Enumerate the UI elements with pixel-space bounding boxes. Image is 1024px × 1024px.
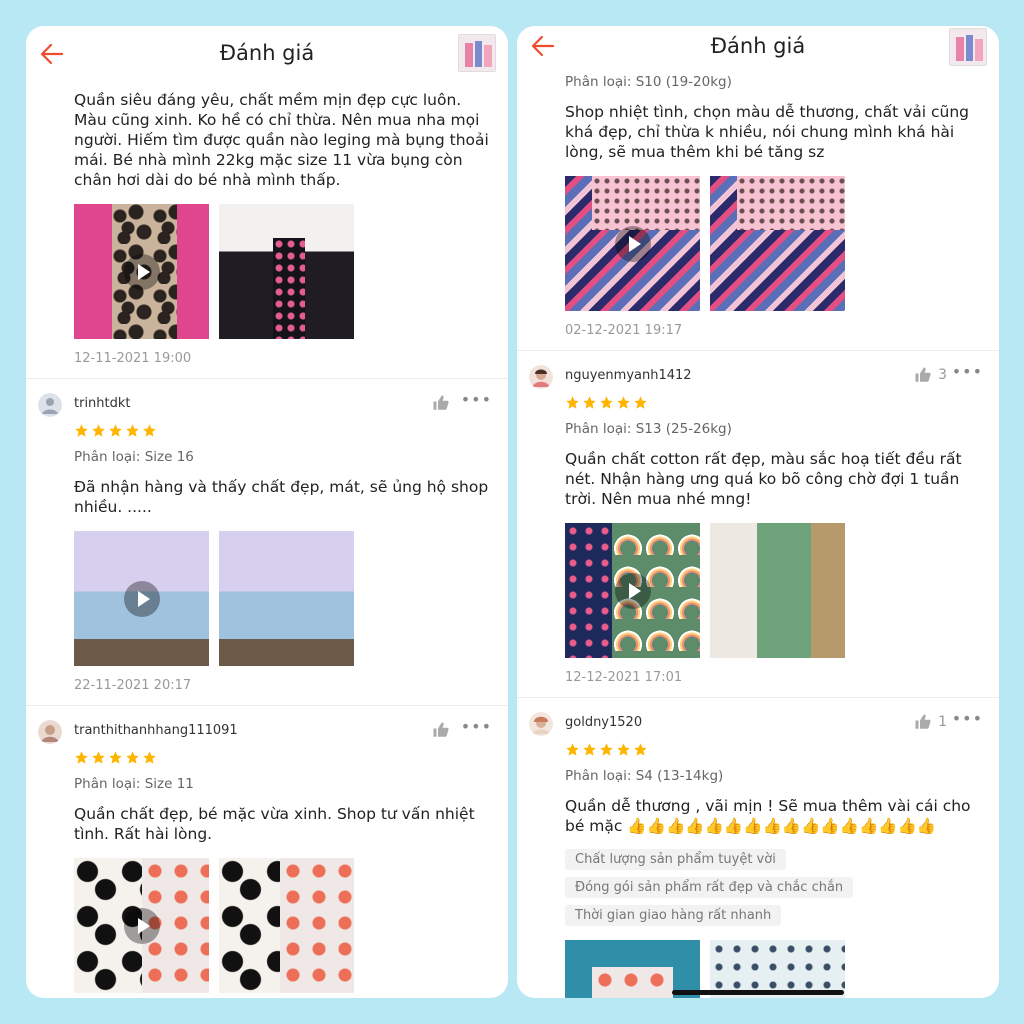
review-date: 22-11-2021 20:17	[74, 678, 192, 693]
star-icon	[617, 395, 630, 409]
review-tags: Chất lượng sản phẩm tuyệt vời Đóng gói s…	[565, 848, 999, 932]
thumbs-up-icon	[915, 367, 931, 382]
play-icon	[123, 253, 160, 290]
star-rating	[74, 746, 508, 768]
page-title: Đánh giá	[710, 34, 806, 58]
review-video[interactable]	[565, 176, 700, 311]
header-bar: Đánh giá	[517, 26, 999, 72]
star-icon	[126, 423, 139, 437]
play-icon	[614, 572, 651, 609]
header-bar: Đánh giá	[26, 26, 508, 84]
review-screen-left: Đánh giá Quần siêu đáng yêu, chất mềm mị…	[26, 26, 508, 998]
review-item: Phân loại: S10 (19-20kg) Shop nhiệt tình…	[517, 74, 999, 351]
review-date: 12-12-2021 17:01	[565, 670, 683, 685]
star-icon	[92, 750, 105, 764]
review-photo[interactable]	[710, 523, 845, 658]
more-options-icon[interactable]: •••	[461, 717, 492, 736]
star-icon	[143, 423, 156, 437]
more-options-icon[interactable]: •••	[952, 362, 983, 381]
review-text: Đã nhận hàng và thấy chất đẹp, mát, sẽ ủ…	[74, 478, 489, 516]
star-icon	[109, 750, 122, 764]
like-button[interactable]	[432, 721, 456, 739]
star-icon	[566, 395, 579, 409]
star-rating	[74, 419, 508, 441]
review-tag: Thời gian giao hàng rất nhanh	[565, 905, 782, 926]
star-icon	[600, 742, 613, 756]
home-indicator[interactable]	[672, 990, 844, 995]
review-date: 12-11-2021 19:00	[74, 351, 192, 366]
more-options-icon[interactable]: •••	[461, 390, 492, 409]
review-video[interactable]	[74, 204, 209, 339]
star-icon	[92, 423, 105, 437]
avatar[interactable]	[38, 720, 62, 744]
review-item: trinhtdkt ••• Phân loại: Size 16 Đã nhận…	[26, 379, 508, 706]
review-item: tranthithanhhang111091 ••• Phân loại: Si…	[26, 706, 508, 993]
review-text: Quần chất đẹp, bé mặc vừa xinh. Shop tư …	[74, 805, 475, 843]
review-item: Quần siêu đáng yêu, chất mềm mịn đẹp cực…	[26, 90, 508, 379]
review-variant: Phân loại: Size 16	[74, 449, 194, 465]
star-rating	[565, 738, 999, 760]
star-icon	[143, 750, 156, 764]
review-date: 02-12-2021 19:17	[565, 323, 683, 338]
review-variant: Phân loại: Size 11	[74, 776, 194, 792]
review-photo[interactable]	[219, 531, 354, 666]
review-item: goldny1520 1 ••• Phân loại: S4 (13-14kg)…	[517, 698, 999, 998]
review-video[interactable]	[74, 858, 209, 993]
review-video[interactable]	[74, 531, 209, 666]
like-count: 3	[938, 367, 947, 383]
star-icon	[634, 742, 647, 756]
review-username[interactable]: trinhtdkt	[74, 396, 131, 411]
like-button[interactable]	[432, 394, 456, 412]
star-icon	[126, 750, 139, 764]
play-icon	[123, 907, 160, 944]
review-item: nguyenmyanh1412 3 ••• Phân loại: S13 (25…	[517, 351, 999, 698]
review-text: Quần siêu đáng yêu, chất mềm mịn đẹp cực…	[74, 91, 489, 189]
play-icon	[614, 225, 651, 262]
review-text: Quần dễ thương , vãi mịn ! Sẽ mua thêm v…	[565, 797, 971, 835]
review-variant: Phân loại: S4 (13-14kg)	[565, 768, 724, 784]
review-screen-right: Đánh giá Phân loại: S10 (19-20kg) Shop n…	[517, 26, 999, 998]
star-icon	[634, 395, 647, 409]
star-icon	[75, 750, 88, 764]
star-icon	[75, 423, 88, 437]
like-button[interactable]: 3	[914, 366, 947, 384]
product-thumbnail[interactable]	[458, 34, 496, 72]
star-icon	[600, 395, 613, 409]
review-photo[interactable]	[219, 204, 354, 339]
review-username[interactable]: nguyenmyanh1412	[565, 368, 692, 383]
page-title: Đánh giá	[219, 41, 315, 65]
review-tag: Đóng gói sản phẩm rất đẹp và chắc chắn	[565, 877, 854, 898]
review-text: Quần chất cotton rất đẹp, màu sắc hoạ ti…	[565, 450, 962, 508]
like-count: 1	[938, 714, 947, 730]
more-options-icon[interactable]: •••	[952, 709, 983, 728]
avatar[interactable]	[529, 365, 553, 389]
avatar[interactable]	[38, 393, 62, 417]
like-button[interactable]: 1	[914, 713, 947, 731]
review-username[interactable]: goldny1520	[565, 715, 642, 730]
review-photo[interactable]	[710, 176, 845, 311]
avatar[interactable]	[529, 712, 553, 736]
review-video[interactable]	[565, 523, 700, 658]
product-thumbnail[interactable]	[949, 28, 987, 66]
thumbs-up-icon	[915, 714, 931, 729]
review-variant: Phân loại: S13 (25-26kg)	[565, 421, 732, 437]
thumbs-up-icon	[433, 395, 449, 410]
star-icon	[583, 395, 596, 409]
star-icon	[583, 742, 596, 756]
star-icon	[566, 742, 579, 756]
review-text: Shop nhiệt tình, chọn màu dễ thương, chấ…	[565, 103, 970, 161]
play-icon	[123, 580, 160, 617]
review-username[interactable]: tranthithanhhang111091	[74, 723, 238, 738]
review-photo[interactable]	[219, 858, 354, 993]
review-variant: Phân loại: S10 (19-20kg)	[565, 74, 732, 90]
star-icon	[109, 423, 122, 437]
thumbs-up-icon	[433, 722, 449, 737]
star-rating	[565, 391, 999, 413]
star-icon	[617, 742, 630, 756]
review-tag: Chất lượng sản phẩm tuyệt vời	[565, 849, 786, 870]
